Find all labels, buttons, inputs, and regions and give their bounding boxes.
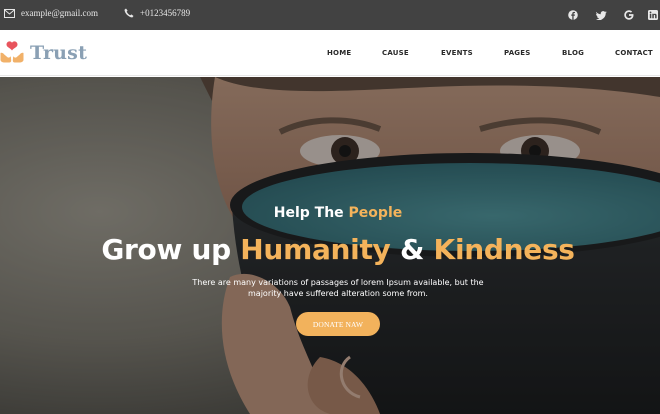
nav-item-cause[interactable]: CAUSE bbox=[382, 49, 409, 57]
description-line-2: majority have suffered alteration some f… bbox=[248, 289, 428, 298]
facebook-icon[interactable] bbox=[566, 8, 580, 22]
nav-item-blog[interactable]: BLOG bbox=[562, 49, 584, 57]
nav-item-pages[interactable]: PAGES bbox=[504, 49, 530, 57]
twitter-icon[interactable] bbox=[594, 8, 608, 22]
nav-item-contact[interactable]: CONTACT bbox=[615, 49, 653, 57]
hero-subtitle-accent: People bbox=[348, 205, 403, 221]
headline-text-2: & bbox=[399, 233, 425, 266]
main-nav: HOME CAUSE EVENTS PAGES BLOG CONTACT bbox=[0, 49, 660, 61]
hero-subtitle: Help The People bbox=[0, 205, 660, 221]
headline-accent-1: Humanity bbox=[240, 233, 391, 266]
envelope-icon bbox=[4, 8, 15, 18]
description-line-1: There are many variations of passages of… bbox=[192, 278, 484, 287]
nav-item-events[interactable]: EVENTS bbox=[441, 49, 473, 57]
email-contact[interactable]: example@gmail.com bbox=[4, 8, 98, 18]
hero-content: Help The People Grow up Humanity & Kindn… bbox=[0, 77, 660, 414]
headline-accent-2: Kindness bbox=[433, 233, 575, 266]
social-links bbox=[552, 8, 660, 22]
phone-text: +0123456789 bbox=[140, 8, 191, 18]
google-icon[interactable] bbox=[622, 8, 636, 22]
email-text: example@gmail.com bbox=[21, 8, 99, 18]
phone-contact[interactable]: +0123456789 bbox=[124, 8, 190, 18]
hero-description: There are many variations of passages of… bbox=[176, 277, 500, 299]
hero-headline: Grow up Humanity & Kindness bbox=[0, 233, 660, 266]
linkedin-icon[interactable] bbox=[646, 8, 660, 22]
nav-item-home[interactable]: HOME bbox=[327, 49, 351, 57]
main-navbar: Trust HOME CAUSE EVENTS PAGES BLOG CONTA… bbox=[0, 30, 660, 76]
hero-subtitle-text: Help The bbox=[273, 205, 344, 221]
phone-icon bbox=[124, 8, 134, 18]
headline-text-1: Grow up bbox=[101, 233, 231, 266]
donate-button[interactable]: DONATE NAW bbox=[296, 312, 380, 336]
top-bar: example@gmail.com +0123456789 bbox=[0, 0, 660, 30]
hero-section: Help The People Grow up Humanity & Kindn… bbox=[0, 77, 660, 414]
